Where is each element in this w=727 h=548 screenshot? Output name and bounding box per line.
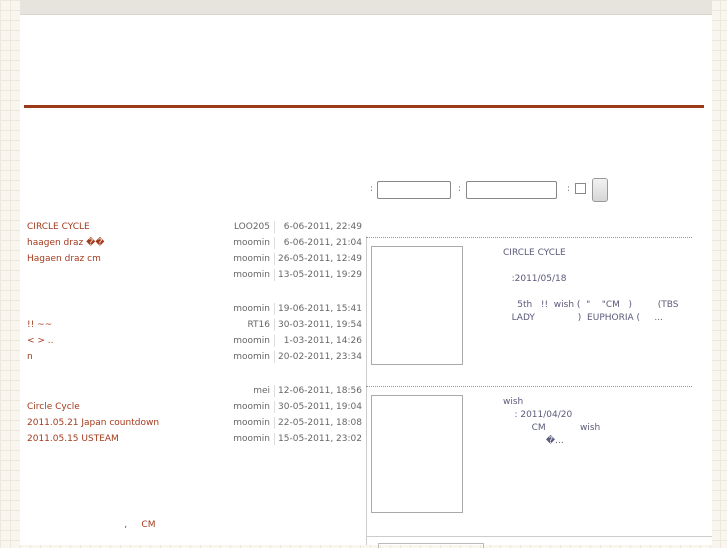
post-author: moomin (233, 304, 270, 314)
post-author: moomin (233, 402, 270, 412)
post-row[interactable]: !! ~~ RT16 30-03-2011, 19:54 (27, 317, 362, 333)
post-title[interactable]: 2011.05.15 USTEAM (27, 431, 119, 447)
post-author: RT16 (247, 320, 270, 330)
top-bar (20, 0, 712, 15)
post-row[interactable]: Hagaen draz cm moomin 26-05-2011, 12:49 (27, 251, 362, 267)
post-date: 1-03-2011, 14:26 (283, 336, 362, 346)
post-title[interactable]: !! ~~ (27, 317, 52, 333)
column-divider (274, 351, 275, 363)
divider (366, 386, 692, 387)
post-date: 20-02-2011, 23:34 (278, 352, 362, 362)
post-row[interactable]: moomin 19-06-2011, 15:41 (27, 301, 362, 317)
post-title[interactable]: Circle Cycle (27, 399, 80, 415)
post-title[interactable]: haagen draz �� (27, 235, 105, 251)
column-divider (274, 221, 275, 233)
search-checkbox[interactable] (575, 183, 586, 194)
post-date: 12-06-2011, 18:56 (278, 386, 362, 396)
search-button[interactable] (592, 178, 608, 202)
post-title[interactable]: CIRCLE CYCLE (27, 219, 90, 235)
post-date: 6-06-2011, 21:04 (283, 238, 362, 248)
post-author: moomin (233, 352, 270, 362)
divider (366, 237, 692, 238)
column-divider (274, 253, 275, 265)
entry-text[interactable]: CIRCLE CYCLE :2011/05/18 5th !! wish ( "… (503, 247, 678, 325)
post-date: 15-05-2011, 23:02 (278, 434, 362, 444)
post-author: moomin (233, 254, 270, 264)
post-row[interactable]: 2011.05.21 Japan countdown moomin 22-05-… (27, 415, 362, 431)
post-author: LOO205 (233, 222, 270, 232)
column-divider (274, 417, 275, 429)
search-label-3: : (567, 184, 571, 194)
column-divider (274, 385, 275, 397)
post-title[interactable]: 2011.05.21 Japan countdown (27, 415, 159, 431)
search-label-1: : (370, 184, 374, 194)
footer-link[interactable]: , CM (27, 520, 155, 530)
post-row[interactable]: n moomin 20-02-2011, 23:34 (27, 349, 362, 365)
search-input-2[interactable] (466, 181, 557, 199)
post-date: 26-05-2011, 12:49 (278, 254, 362, 264)
post-date: 19-06-2011, 15:41 (278, 304, 362, 314)
column-divider (274, 269, 275, 281)
search-input-1[interactable] (377, 181, 451, 199)
post-row[interactable]: mei 12-06-2011, 18:56 (27, 383, 362, 399)
post-row[interactable]: 2011.05.15 USTEAM moomin 15-05-2011, 23:… (27, 431, 362, 447)
post-date: 22-05-2011, 18:08 (278, 418, 362, 428)
bottom-box (378, 543, 484, 548)
column-divider (274, 335, 275, 347)
post-date: 6-06-2011, 22:49 (283, 222, 362, 232)
post-title[interactable]: n (27, 349, 33, 365)
post-author: moomin (233, 434, 270, 444)
post-row[interactable]: moomin 13-05-2011, 19:29 (27, 267, 362, 283)
entry-text[interactable]: wish : 2011/04/20 CM wish �... (503, 396, 600, 448)
post-author: moomin (233, 418, 270, 428)
entry-thumbnail[interactable] (371, 246, 463, 365)
post-date: 30-05-2011, 19:04 (278, 402, 362, 412)
post-author: moomin (233, 270, 270, 280)
entry-thumbnail[interactable] (371, 395, 463, 513)
column-divider (274, 303, 275, 315)
column-divider (274, 237, 275, 249)
column-divider (274, 433, 275, 445)
post-row[interactable]: < > .. moomin 1-03-2011, 14:26 (27, 333, 362, 349)
post-author: moomin (233, 238, 270, 248)
post-author: moomin (233, 336, 270, 346)
post-row[interactable]: haagen draz �� moomin 6-06-2011, 21:04 (27, 235, 362, 251)
post-row[interactable]: CIRCLE CYCLE LOO205 6-06-2011, 22:49 (27, 219, 362, 235)
post-title[interactable]: < > .. (27, 333, 54, 349)
search-label-2: : (458, 184, 462, 194)
post-author: mei (253, 386, 270, 396)
column-divider (274, 401, 275, 413)
divider (366, 536, 712, 537)
column-divider (274, 319, 275, 331)
post-row[interactable]: Circle Cycle moomin 30-05-2011, 19:04 (27, 399, 362, 415)
header-rule (24, 105, 704, 108)
post-date: 30-03-2011, 19:54 (278, 320, 362, 330)
post-date: 13-05-2011, 19:29 (278, 270, 362, 280)
post-title[interactable]: Hagaen draz cm (27, 251, 101, 267)
